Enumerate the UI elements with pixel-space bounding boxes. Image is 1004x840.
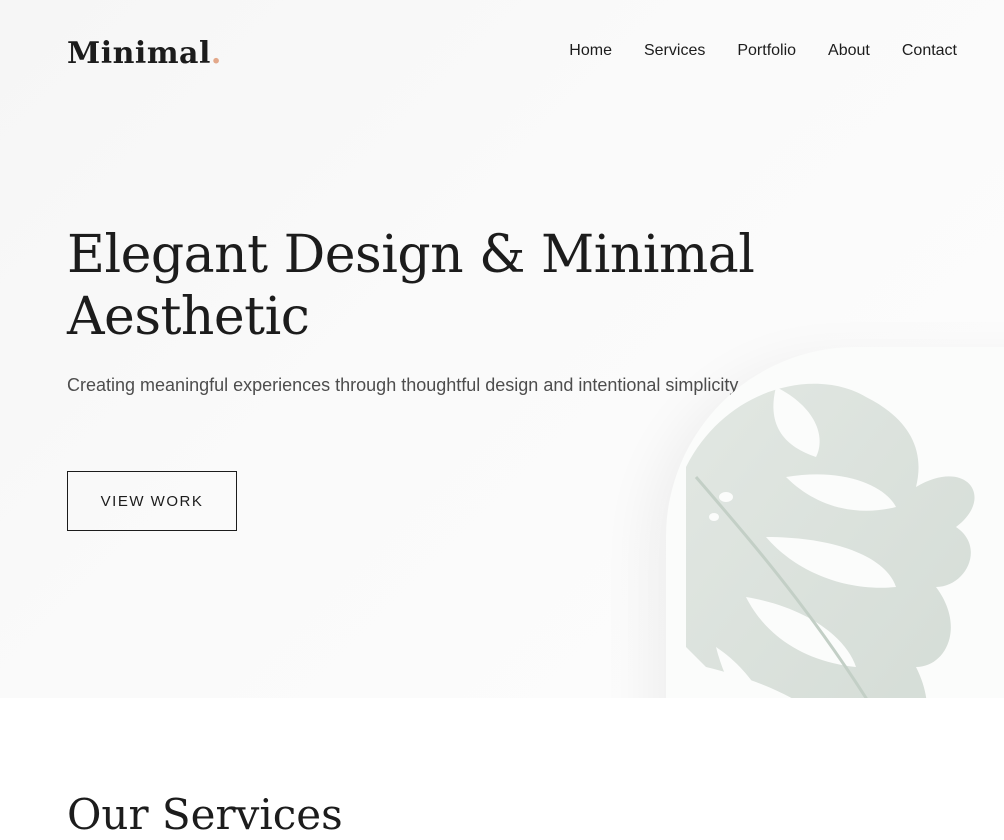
nav-services-link[interactable]: Services — [644, 42, 705, 60]
hero-image-card — [666, 347, 1004, 698]
brand-dot: . — [210, 36, 222, 71]
brand-name: Minimal — [67, 36, 211, 71]
services-section-title: Our Services — [67, 790, 343, 839]
hero-title: Elegant Design & Minimal Aesthetic — [67, 225, 755, 347]
monstera-leaf-icon — [686, 383, 975, 698]
hero-section: Minimal. Home Services Portfolio About C… — [0, 0, 1004, 698]
nav-home-link[interactable]: Home — [569, 42, 612, 60]
nav-about-link[interactable]: About — [828, 42, 870, 60]
hero-subtitle: Creating meaningful experiences through … — [67, 375, 743, 395]
nav-portfolio-link[interactable]: Portfolio — [737, 42, 796, 60]
nav-contact-link[interactable]: Contact — [902, 42, 957, 60]
view-work-button[interactable]: VIEW WORK — [67, 471, 237, 531]
brand-logo[interactable]: Minimal. — [67, 36, 222, 71]
main-nav: Home Services Portfolio About Contact — [569, 42, 957, 60]
